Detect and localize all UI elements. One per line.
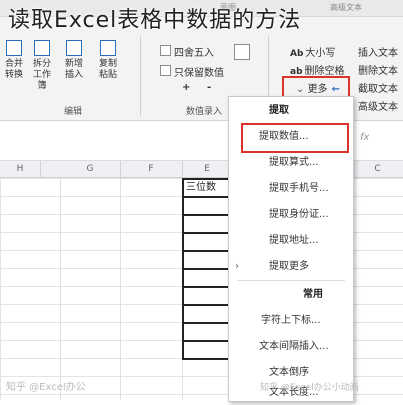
fx-icon[interactable]: fx — [360, 132, 369, 143]
insert-icon — [66, 40, 82, 56]
menu-item-extract-id[interactable]: 提取身份证... — [229, 203, 353, 227]
round-label: 四舍五入 — [174, 48, 214, 59]
case-label: 大小写 — [305, 48, 336, 59]
group-divider — [140, 36, 141, 116]
keep-value-icon — [160, 65, 171, 76]
paste-button[interactable]: 复制粘贴 — [96, 40, 120, 81]
merge-convert-label: 合并转换 — [4, 59, 23, 80]
merge-convert-button[interactable]: 合并转换 — [4, 40, 24, 81]
more-dropdown-menu: 提取 提取数值... 提取算式... 提取手机号... 提取身份证... 提取地… — [228, 96, 354, 402]
menu-section-extract: 提取 — [269, 105, 289, 116]
number-group-label: 数值录入 — [186, 107, 223, 117]
round-icon — [160, 45, 171, 56]
menu-item-extract-formula[interactable]: 提取算式... — [229, 151, 353, 175]
menu-item-extract-address[interactable]: 提取地址... — [229, 229, 353, 253]
tab-item[interactable]: 高级文本 — [330, 2, 362, 13]
round-button[interactable]: 四舍五入 — [160, 44, 214, 59]
grid-line — [60, 178, 61, 400]
split-workbook-button[interactable]: 拆分工作簿 — [30, 40, 54, 92]
edit-group-label: 编辑 — [64, 107, 83, 117]
menu-item-text-interval[interactable]: 文本间隔插入... — [229, 335, 353, 359]
insert-label: 新增插入 — [64, 59, 83, 80]
case-icon: Ab — [290, 49, 304, 59]
column-header-e[interactable]: E — [182, 161, 233, 177]
recorder-icon — [234, 44, 250, 60]
menu-divider — [237, 280, 345, 281]
menu-item-superscript[interactable]: 字符上下标... — [229, 309, 353, 333]
insert-text-button[interactable]: 插入文本 — [358, 44, 398, 59]
more-button[interactable]: ⌄ 更多 ← — [296, 80, 340, 95]
column-header-h[interactable]: H — [0, 161, 41, 177]
chevron-down-icon: ⌄ — [296, 84, 308, 95]
group-divider — [268, 36, 269, 96]
plus-button[interactable]: + — [182, 82, 190, 93]
watermark-secondary: 知乎 @Excel办公小动画 — [260, 383, 359, 393]
column-header-f[interactable]: F — [120, 161, 183, 177]
split-workbook-label: 拆分工作簿 — [32, 59, 51, 91]
menu-item-extract-phone[interactable]: 提取手机号... — [229, 177, 353, 201]
arrow-left-icon: ← — [331, 84, 340, 95]
advanced-text-button[interactable]: 高级文本 — [358, 98, 398, 113]
extract-text-button[interactable]: 截取文本 — [358, 80, 398, 95]
watermark: 知乎 @Excel办公 — [6, 382, 86, 393]
delete-text-button[interactable]: 删除文本 — [358, 62, 398, 77]
keep-value-label: 只保留数值 — [174, 68, 224, 79]
insert-button[interactable]: 新增插入 — [62, 40, 86, 81]
paste-label: 复制粘贴 — [98, 59, 117, 80]
minus-button[interactable]: - — [207, 82, 211, 93]
page-title: 读取Excel表格中数据的方法 — [8, 8, 302, 33]
grid-line — [120, 178, 121, 400]
chevron-left-icon: › — [235, 261, 239, 272]
case-button[interactable]: Ab 大小写 — [290, 44, 335, 59]
more-label: 更多 — [307, 84, 328, 95]
recorder-button[interactable] — [232, 44, 252, 63]
menu-item-extract-more[interactable]: 提取更多 › — [229, 255, 353, 279]
menu-section-common: 常用 — [303, 289, 323, 300]
merge-icon — [6, 40, 22, 56]
column-e-header-cell[interactable]: 三位数 — [186, 178, 216, 193]
column-header-c[interactable]: C — [352, 161, 403, 177]
paste-icon — [100, 40, 116, 56]
column-header-g[interactable]: G — [60, 161, 121, 177]
menu-item-extract-number[interactable]: 提取数值... — [229, 125, 353, 149]
keep-value-button[interactable]: 只保留数值 — [160, 64, 224, 79]
trim-button[interactable]: ab 删除空格 — [290, 62, 345, 77]
split-icon — [34, 40, 50, 56]
